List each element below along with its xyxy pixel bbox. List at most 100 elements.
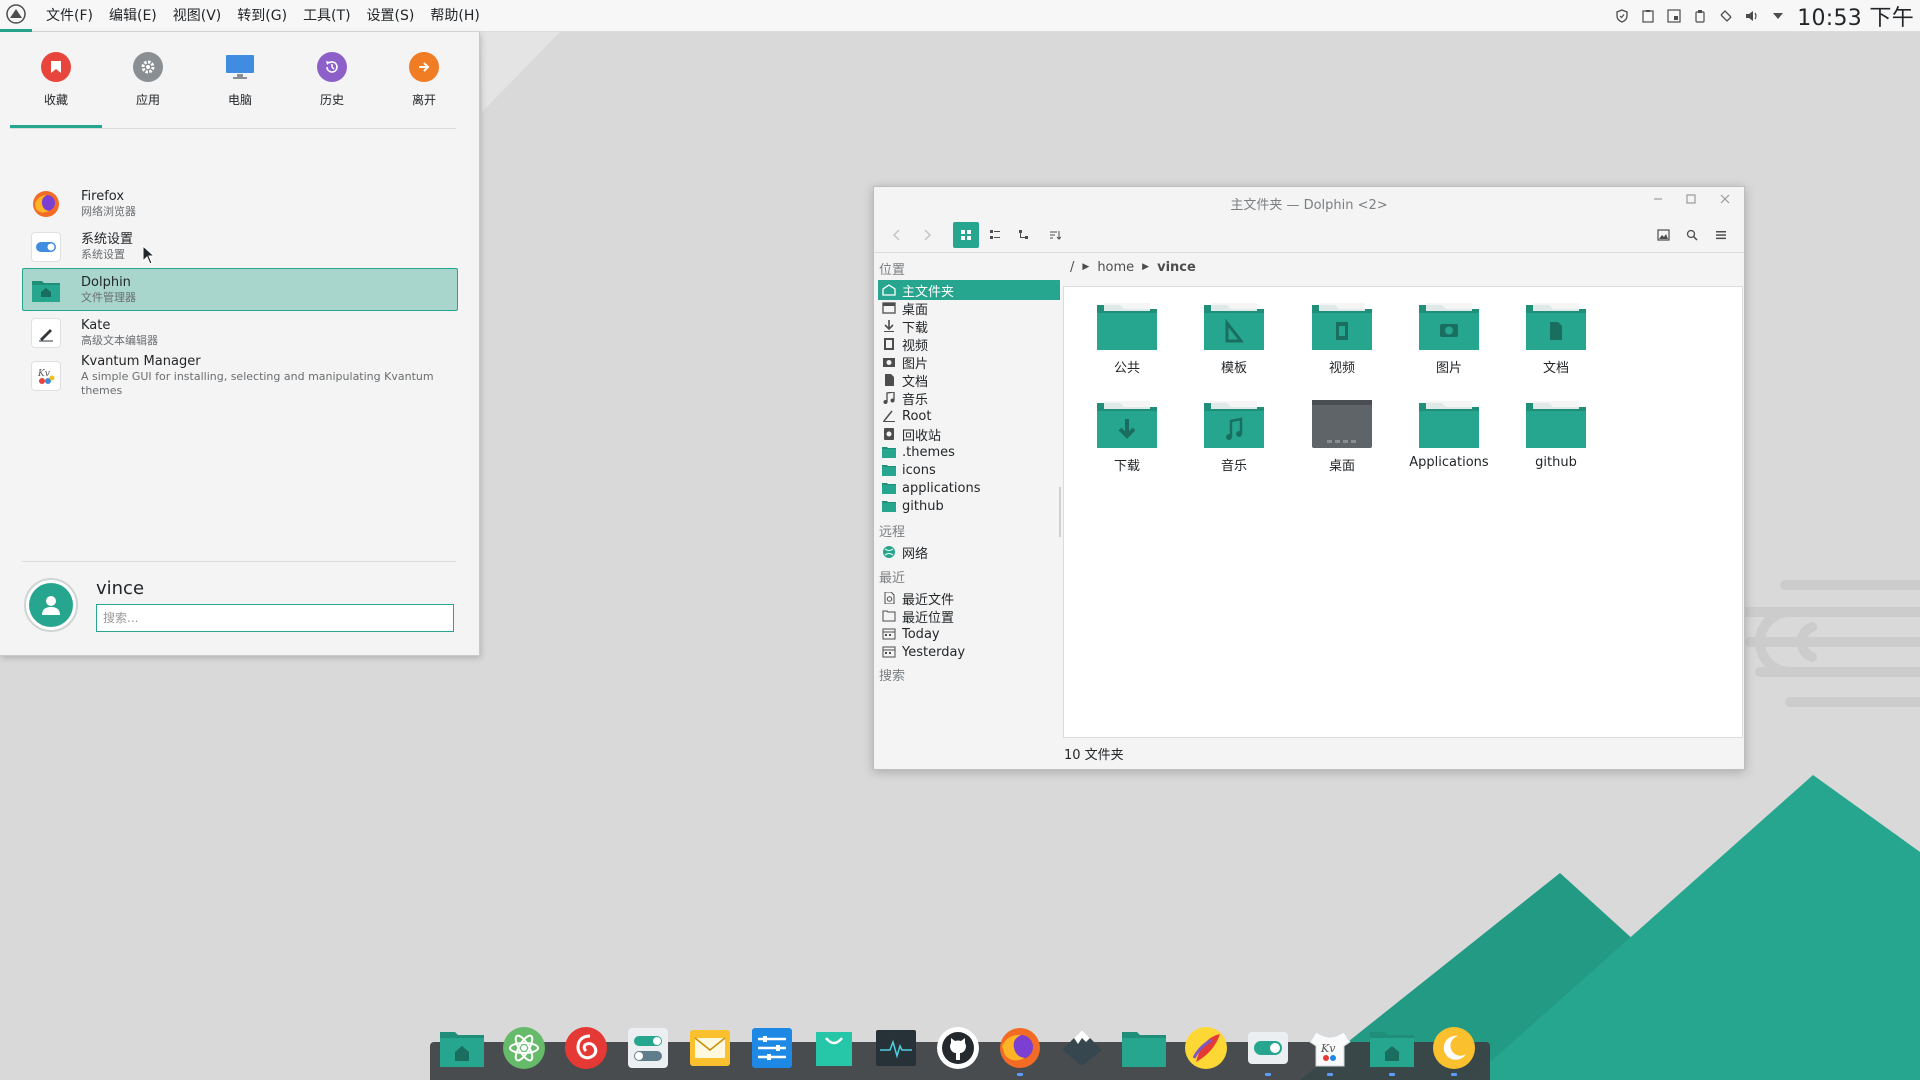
tab-leave[interactable]: 离开: [378, 44, 470, 128]
menu-file[interactable]: 文件(F): [38, 0, 101, 32]
dock-mail[interactable]: [686, 1024, 734, 1072]
place-videos[interactable]: 视频: [878, 334, 1060, 354]
dock-system-settings[interactable]: [1244, 1024, 1292, 1076]
maximize-icon[interactable]: [1682, 193, 1700, 211]
dolphin-icon: [1370, 1032, 1414, 1067]
forward-icon[interactable]: [914, 222, 940, 248]
place-label: 图片: [902, 356, 929, 372]
file-item-videos[interactable]: 视频: [1282, 301, 1402, 376]
dock-kvantum[interactable]: Kv: [1306, 1024, 1354, 1076]
device-icon[interactable]: [1687, 0, 1713, 32]
icons-view-icon[interactable]: [953, 222, 979, 248]
place-recent-files[interactable]: 最近文件: [878, 588, 1060, 608]
status-bar-text: 10 文件夹: [1064, 748, 1124, 763]
place-downloads[interactable]: 下载: [878, 316, 1060, 336]
file-item-applications[interactable]: Applications: [1389, 399, 1509, 470]
application-launcher-button[interactable]: [0, 0, 32, 32]
place-label: .themes: [902, 444, 955, 460]
mail-icon: [690, 1030, 730, 1066]
breadcrumb-current[interactable]: vince: [1157, 260, 1196, 275]
breadcrumb-root[interactable]: /: [1070, 260, 1074, 275]
minimize-icon[interactable]: [1649, 193, 1667, 211]
tab-applications[interactable]: 应用: [102, 44, 194, 128]
volume-icon[interactable]: [1739, 0, 1765, 32]
dock-dolphin[interactable]: [1368, 1024, 1416, 1076]
dock-folder[interactable]: [1120, 1024, 1168, 1072]
place-home[interactable]: 主文件夹: [878, 280, 1060, 300]
details-view-icon[interactable]: [1011, 222, 1037, 248]
dock-system-monitor[interactable]: [872, 1024, 920, 1072]
dock-store[interactable]: [810, 1024, 858, 1072]
file-item-documents[interactable]: 文档: [1496, 301, 1616, 376]
place-desktop[interactable]: 桌面: [878, 298, 1060, 318]
dock-night-light[interactable]: [1430, 1024, 1478, 1076]
dock-firefox[interactable]: [996, 1024, 1044, 1076]
dock-netease-music[interactable]: [562, 1024, 610, 1072]
menu-edit[interactable]: 编辑(E): [101, 0, 165, 32]
place-recent-locations[interactable]: 最近位置: [878, 606, 1060, 626]
sort-icon[interactable]: [1042, 222, 1068, 248]
list-item-system-settings[interactable]: 系统设置 系统设置: [22, 225, 458, 268]
search-icon[interactable]: [1679, 222, 1705, 248]
dock-kde-connect[interactable]: [1182, 1024, 1230, 1072]
arrow-down-icon[interactable]: [1765, 0, 1791, 32]
place-root[interactable]: Root: [878, 406, 1060, 426]
folder-pictures-icon: [1419, 303, 1479, 350]
list-item-firefox[interactable]: Firefox 网络浏览器: [22, 182, 458, 225]
avatar[interactable]: [24, 578, 78, 632]
calendar-icon: [882, 646, 896, 658]
file-item-desktop[interactable]: 桌面: [1282, 399, 1402, 474]
tab-history[interactable]: 历史: [286, 44, 378, 128]
place-yesterday[interactable]: Yesterday: [878, 642, 1060, 662]
list-item-dolphin[interactable]: Dolphin 文件管理器: [22, 268, 458, 311]
breadcrumb-home[interactable]: home: [1097, 260, 1134, 275]
list-item-kvantum-manager[interactable]: Kv Kvantum Manager A simple GUI for inst…: [22, 354, 458, 397]
sync-icon[interactable]: [1713, 0, 1739, 32]
place-today[interactable]: Today: [878, 624, 1060, 644]
menu-tools[interactable]: 工具(T): [295, 0, 358, 32]
place-themes[interactable]: .themes: [878, 442, 1060, 462]
back-icon[interactable]: [884, 222, 910, 248]
close-icon[interactable]: [1716, 193, 1734, 211]
dock-equalizer[interactable]: [748, 1024, 796, 1072]
place-applications[interactable]: applications: [878, 478, 1060, 498]
file-item-templates[interactable]: 模板: [1174, 301, 1294, 376]
dock-atom[interactable]: [500, 1024, 548, 1072]
clipboard-icon[interactable]: [1635, 0, 1661, 32]
place-pictures[interactable]: 图片: [878, 352, 1060, 372]
menu-view[interactable]: 视图(V): [165, 0, 230, 32]
place-icons[interactable]: icons: [878, 460, 1060, 480]
menu-settings[interactable]: 设置(S): [359, 0, 423, 32]
place-documents[interactable]: 文档: [878, 370, 1060, 390]
tab-computer[interactable]: 电脑: [194, 44, 286, 128]
file-item-public[interactable]: 公共: [1067, 301, 1187, 376]
panel-splitter[interactable]: [1059, 487, 1061, 537]
tab-favorites[interactable]: 收藏: [10, 44, 102, 128]
dock-github[interactable]: [934, 1024, 982, 1072]
dock-inkscape[interactable]: [1058, 1024, 1106, 1072]
app-description: A simple GUI for installing, selecting a…: [81, 369, 434, 397]
places-heading: 位置: [879, 263, 906, 278]
place-music[interactable]: 音乐: [878, 388, 1060, 408]
shield-icon[interactable]: [1609, 0, 1635, 32]
menu-go[interactable]: 转到(G): [229, 0, 295, 32]
dolphin-toolbar: [874, 217, 1744, 253]
file-item-downloads[interactable]: 下载: [1067, 399, 1187, 474]
notes-icon[interactable]: [1661, 0, 1687, 32]
menu-help[interactable]: 帮助(H): [422, 0, 487, 32]
dock-toggle-settings[interactable]: [624, 1024, 672, 1072]
place-trash[interactable]: 回收站: [878, 424, 1060, 444]
file-item-pictures[interactable]: 图片: [1389, 301, 1509, 376]
place-network[interactable]: 网络: [878, 542, 1060, 562]
clock[interactable]: 10:53 下午: [1797, 0, 1914, 32]
file-item-music[interactable]: 音乐: [1174, 399, 1294, 474]
preview-icon[interactable]: [1650, 222, 1676, 248]
file-item-github[interactable]: github: [1496, 399, 1616, 470]
list-item-kate[interactable]: Kate 高级文本编辑器: [22, 311, 458, 354]
window-titlebar[interactable]: 主文件夹 — Dolphin <2>: [874, 187, 1744, 217]
dock-home-folder[interactable]: [438, 1024, 486, 1072]
hamburger-menu-icon[interactable]: [1708, 222, 1734, 248]
compact-view-icon[interactable]: [982, 222, 1008, 248]
place-github[interactable]: github: [878, 496, 1060, 516]
search-input[interactable]: [96, 604, 454, 632]
